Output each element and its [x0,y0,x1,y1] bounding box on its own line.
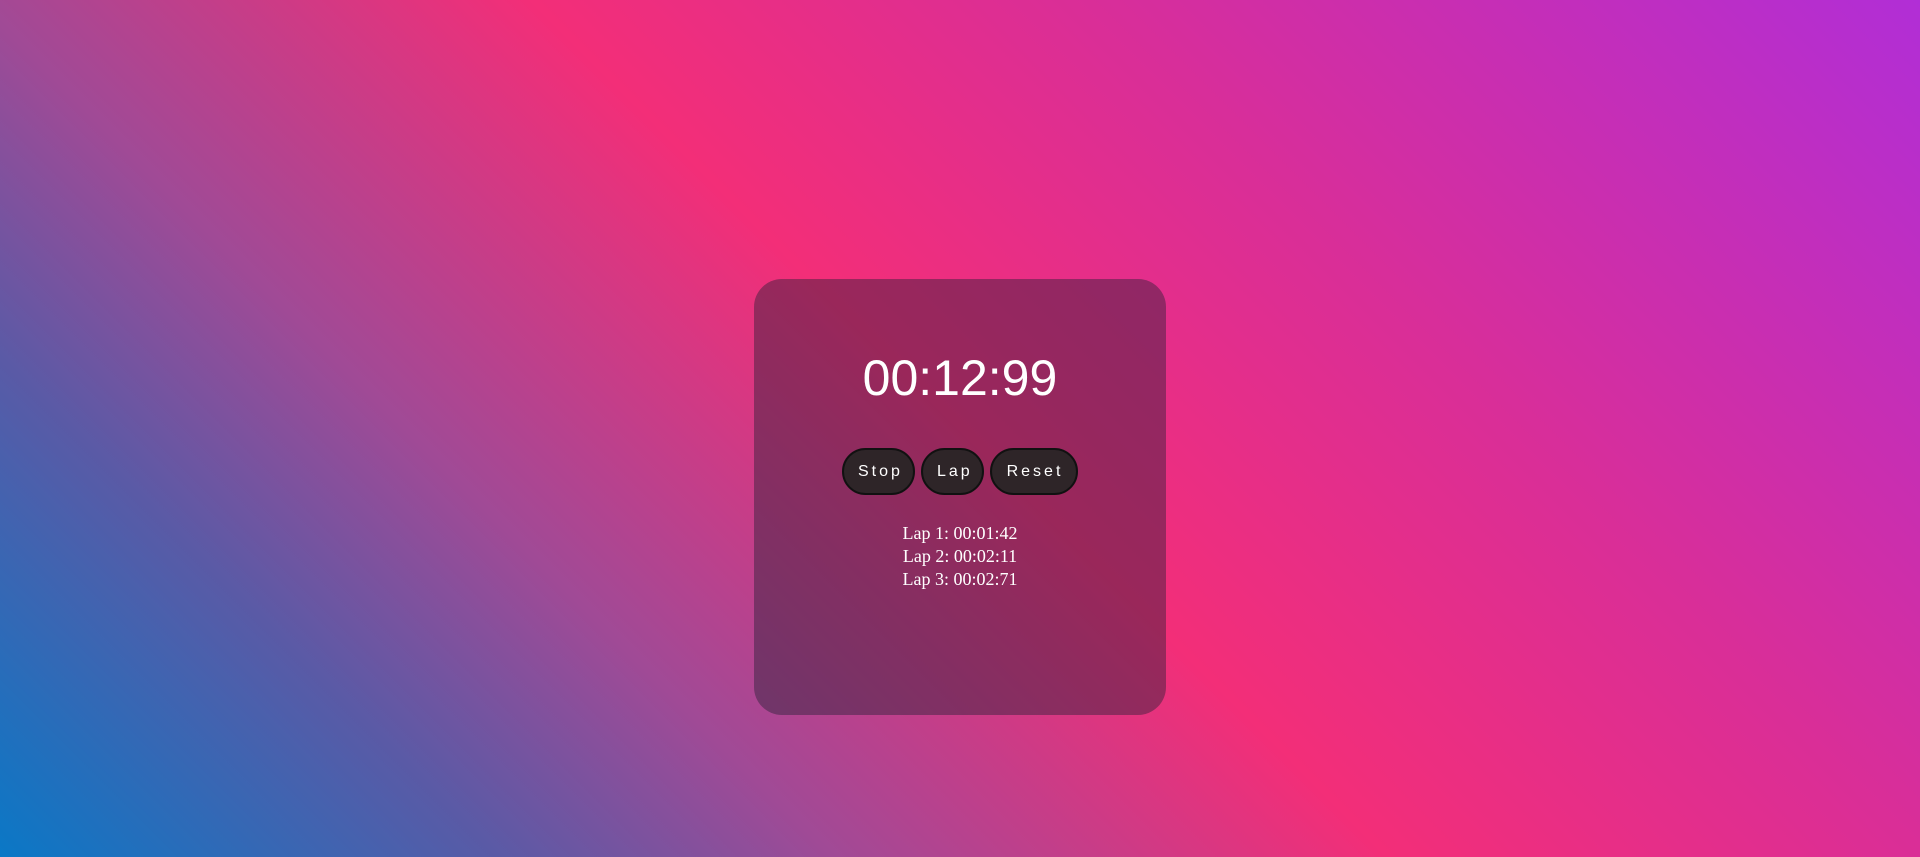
reset-button[interactable]: Reset [990,448,1078,495]
stopwatch-card: 00:12:99 Stop Lap Reset Lap 1: 00:01:42 … [754,279,1166,715]
lap-item: Lap 1: 00:01:42 [902,523,1018,543]
time-display: 00:12:99 [862,350,1058,406]
lap-item: Lap 2: 00:02:11 [902,546,1018,566]
stop-button[interactable]: Stop [842,448,915,495]
lap-list: Lap 1: 00:01:42 Lap 2: 00:02:11 Lap 3: 0… [754,522,1166,591]
control-buttons: Stop Lap Reset [754,448,1166,495]
lap-item: Lap 3: 00:02:71 [902,569,1018,589]
lap-button[interactable]: Lap [921,448,984,495]
